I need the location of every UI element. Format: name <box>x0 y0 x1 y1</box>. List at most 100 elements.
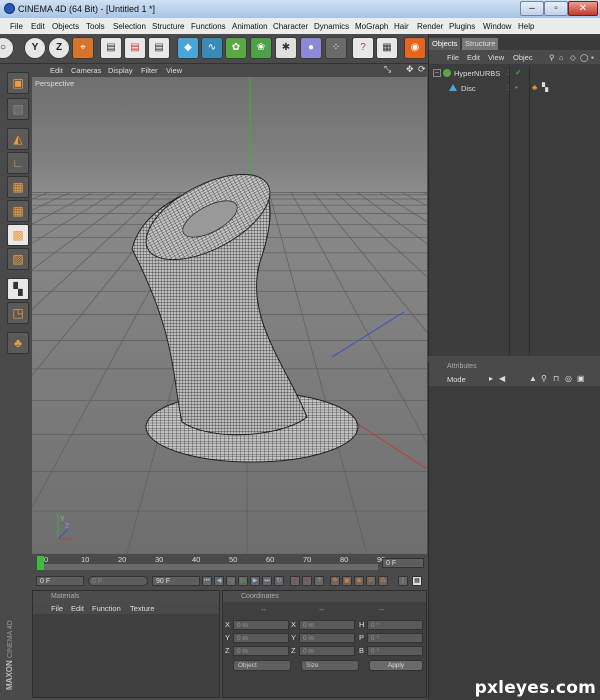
auto-key-icon[interactable]: ● <box>302 576 312 586</box>
menu-hair[interactable]: Hair <box>394 22 409 31</box>
go-to-end-icon[interactable]: ⏭ <box>262 576 272 586</box>
interpolation-icon[interactable]: ⋮ <box>398 576 408 586</box>
use-model-mode-button[interactable]: ▣ <box>7 72 29 94</box>
menu-character[interactable]: Character <box>273 22 308 31</box>
zoom-view-icon[interactable]: ⤡ <box>384 64 391 75</box>
menu-objects[interactable]: Objects <box>52 22 79 31</box>
objects-menu-edit[interactable]: Edit <box>467 53 480 62</box>
loop-icon[interactable]: ↻ <box>274 576 284 586</box>
search-icon[interactable]: ⚲ <box>541 374 547 383</box>
object-item-disc[interactable]: Disc <box>461 84 476 93</box>
editor-view-button[interactable]: ▦ <box>376 37 398 59</box>
menu-render[interactable]: Render <box>417 22 443 31</box>
timeline-slider[interactable] <box>38 564 378 570</box>
step-forward-icon[interactable]: ▶ <box>250 576 260 586</box>
home-icon[interactable]: ⌂ <box>559 53 564 62</box>
search-icon[interactable]: ⚲ <box>549 53 555 62</box>
mode-menu[interactable]: Mode <box>447 375 466 384</box>
minimize-button[interactable]: – <box>520 1 544 16</box>
up-icon[interactable]: ▲ <box>529 374 537 383</box>
coordinate-field[interactable]: 0 ° <box>367 620 423 630</box>
nurbs-button[interactable]: ✿ <box>225 37 247 59</box>
viewport-menu-filter[interactable]: Filter <box>141 66 158 75</box>
timeline-settings-icon[interactable]: ▦ <box>412 576 422 586</box>
menu-animation[interactable]: Animation <box>232 22 268 31</box>
menu-edit[interactable]: Edit <box>31 22 45 31</box>
deformer-button[interactable]: ✱ <box>275 37 297 59</box>
object-mode-button[interactable]: ▩ <box>7 224 29 246</box>
render-view-button[interactable]: ▤ <box>100 37 122 59</box>
texture-mode-button[interactable]: ▧ <box>7 98 29 120</box>
step-back-icon[interactable]: ◀ <box>214 576 224 586</box>
record-position-icon[interactable]: ✥ <box>330 576 340 586</box>
points-mode-button[interactable]: ∟ <box>7 152 29 174</box>
new-object-icon[interactable]: ◇ <box>570 53 576 62</box>
help-button[interactable]: ? <box>352 37 374 59</box>
move-view-icon[interactable]: ✥ <box>406 64 414 75</box>
end-frame-field[interactable]: 90 F <box>152 576 200 586</box>
enable-dot-icon[interactable]: • <box>515 83 518 92</box>
record-point-level-icon[interactable]: ⁂ <box>378 576 388 586</box>
record-scale-icon[interactable]: ▣ <box>342 576 352 586</box>
expand-toggle-icon[interactable]: – <box>433 69 441 77</box>
viewport-menu-edit[interactable]: Edit <box>50 66 63 75</box>
axis-mode-button[interactable]: ◭ <box>7 128 29 150</box>
array-button[interactable]: ❀ <box>250 37 272 59</box>
materials-menu-file[interactable]: File <box>51 604 63 613</box>
coordinate-field[interactable]: 0 m <box>233 633 289 643</box>
materials-menu-texture[interactable]: Texture <box>130 604 155 613</box>
coordinate-field[interactable]: 0 m <box>299 620 355 630</box>
objects-menu-objec[interactable]: Objec <box>513 53 533 62</box>
menu-window[interactable]: Window <box>483 22 511 31</box>
menu-mograph[interactable]: MoGraph <box>355 22 388 31</box>
maximize-button[interactable]: ▫ <box>544 1 568 16</box>
texture-axis-button[interactable]: ▚ <box>7 278 29 300</box>
go-to-start-icon[interactable]: ⏮ <box>202 576 212 586</box>
coordinate-field[interactable]: 0 m <box>233 646 289 656</box>
visibility-dots-icon[interactable]: ⁚ <box>507 69 509 77</box>
menu-functions[interactable]: Functions <box>191 22 226 31</box>
menu-plugins[interactable]: Plugins <box>449 22 475 31</box>
pin-icon[interactable]: ◎ <box>565 374 572 383</box>
start-frame-field[interactable]: 0 F <box>36 576 84 586</box>
apply-button[interactable]: Apply <box>369 660 423 671</box>
materials-menu-edit[interactable]: Edit <box>71 604 84 613</box>
coordinate-field[interactable]: 0 m <box>233 620 289 630</box>
play-backward-icon[interactable]: ◁ <box>226 576 236 586</box>
axis-x-lock-button[interactable]: ○ <box>0 37 14 59</box>
cube-object-button[interactable]: ◆ <box>177 37 199 59</box>
coordinate-field[interactable]: 0 m <box>299 633 355 643</box>
render-region-button[interactable]: ◉ <box>404 37 426 59</box>
visibility-dots-icon[interactable]: ⁚ <box>507 84 509 92</box>
viewport-menu-view[interactable]: View <box>166 66 182 75</box>
coordinate-field[interactable]: 0 ° <box>367 646 423 656</box>
world-coordinates-button[interactable]: ⌖ <box>72 37 94 59</box>
light-button[interactable]: ⁘ <box>325 37 347 59</box>
new-window-icon[interactable]: ▣ <box>577 374 585 383</box>
menu-tools[interactable]: Tools <box>86 22 105 31</box>
play-forward-icon[interactable]: ▷ <box>238 576 248 586</box>
record-icon[interactable]: ● <box>290 576 300 586</box>
coordinate-mode-select[interactable]: Object <box>233 660 291 671</box>
keyframe-selection-icon[interactable]: ? <box>314 576 324 586</box>
materials-menu-function[interactable]: Function <box>92 604 121 613</box>
tab-objects[interactable]: Objects <box>429 38 461 50</box>
polygons-mode-button[interactable]: ▦ <box>7 200 29 222</box>
menu-structure[interactable]: Structure <box>152 22 184 31</box>
back-icon[interactable]: ◀ <box>499 374 505 383</box>
scene-object-button[interactable]: ● <box>300 37 322 59</box>
menu-dynamics[interactable]: Dynamics <box>314 22 349 31</box>
render-picture-viewer-button[interactable]: ▤ <box>124 37 146 59</box>
menu-file[interactable]: File <box>10 22 23 31</box>
viewport-menu-display[interactable]: Display <box>108 66 133 75</box>
edges-mode-button[interactable]: ▦ <box>7 176 29 198</box>
workplane-button[interactable]: ♣ <box>7 332 29 354</box>
record-parameter-icon[interactable]: P <box>366 576 376 586</box>
enable-check-icon[interactable]: ✓ <box>515 68 522 77</box>
phong-tag-icon[interactable]: ♣ <box>532 83 537 92</box>
mode-arrow-icon[interactable]: ▸ <box>489 374 493 383</box>
animation-mode-button[interactable]: ▨ <box>7 248 29 270</box>
perspective-viewport[interactable]: Y Z Perspective <box>32 77 427 554</box>
objects-menu-file[interactable]: File <box>447 53 459 62</box>
object-item-hypernurbs[interactable]: HyperNURBS <box>454 69 500 78</box>
